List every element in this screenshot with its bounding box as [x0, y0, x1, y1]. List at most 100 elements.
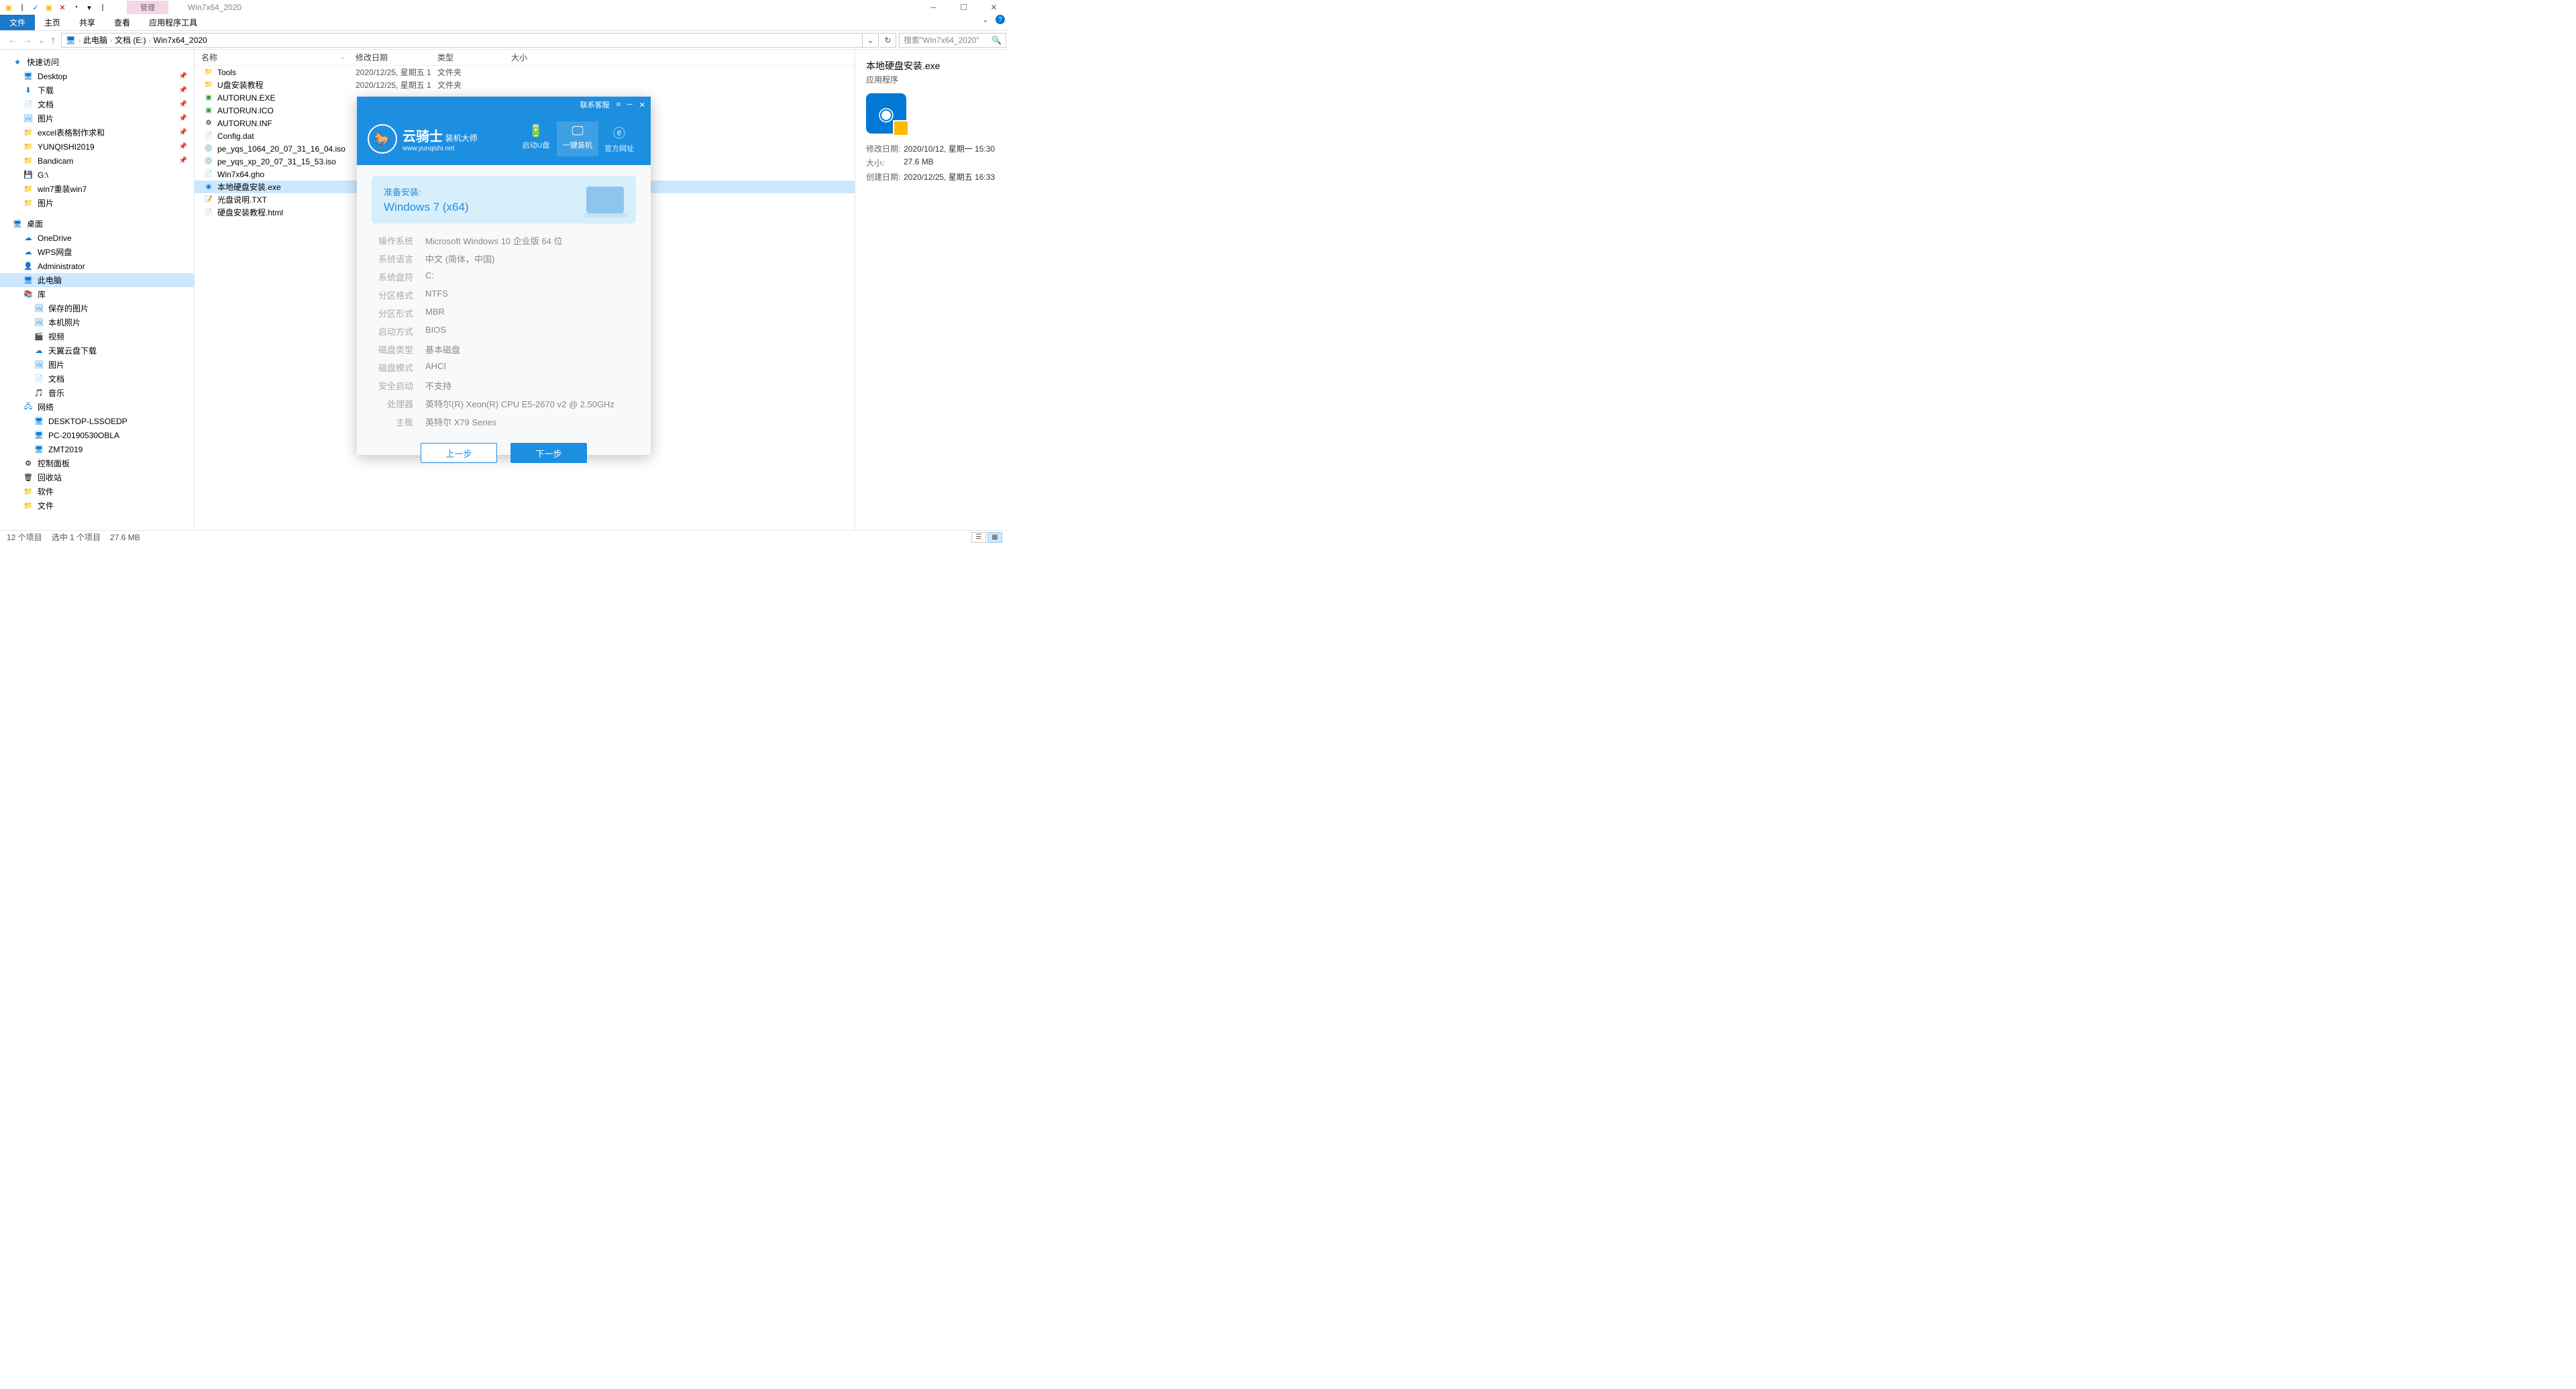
- close-button[interactable]: ✕: [979, 0, 1009, 15]
- forward-button[interactable]: →: [23, 34, 32, 46]
- details-pane: 本地硬盘安装.exe 应用程序 ◉ 修改日期:2020/10/12, 星期一 1…: [855, 50, 1009, 530]
- sidebar-item[interactable]: ☁ OneDrive: [0, 231, 194, 245]
- tab-view[interactable]: 查看: [105, 15, 140, 30]
- sidebar-item[interactable]: 💾 G:\: [0, 168, 194, 182]
- sidebar-item[interactable]: 🎵 音乐: [0, 386, 194, 400]
- tree-desktop[interactable]: 🖥 桌面: [0, 217, 194, 231]
- sidebar-item[interactable]: 👤 Administrator: [0, 259, 194, 273]
- breadcrumb[interactable]: 🖥 › 此电脑 › 文档 (E:) › Win7x64_2020: [61, 33, 863, 48]
- file-row[interactable]: 📁Tools 2020/12/25, 星期五 1... 文件夹: [195, 66, 855, 79]
- detail-key: 修改日期:: [866, 143, 904, 154]
- crumb-item[interactable]: Win7x64_2020: [154, 36, 207, 45]
- menu-icon[interactable]: ≡: [616, 101, 621, 109]
- pin-icon: 📌: [179, 157, 187, 164]
- contextual-tab-manage[interactable]: 管理: [127, 1, 168, 14]
- sidebar-item[interactable]: 🖥 此电脑: [0, 273, 194, 287]
- item-label: 图片: [48, 359, 64, 370]
- minimize-button[interactable]: ─: [918, 0, 949, 15]
- recent-dropdown[interactable]: ⌄: [38, 34, 46, 46]
- chevron-right-icon[interactable]: ›: [149, 37, 151, 44]
- sidebar-item[interactable]: 📁 Bandicam 📌: [0, 154, 194, 168]
- sidebar-item[interactable]: ☁ WPS网盘: [0, 245, 194, 259]
- col-date[interactable]: 修改日期: [349, 52, 431, 63]
- search-icon[interactable]: 🔍: [991, 36, 1002, 45]
- tree-network[interactable]: 🖧 网络: [0, 400, 194, 414]
- ribbon-expand-icon[interactable]: ⌄: [982, 15, 989, 24]
- installer-nav-item[interactable]: ⓔ 官方网址: [598, 121, 640, 156]
- nav-label: 官方网址: [604, 143, 634, 154]
- detail-row: 大小:27.6 MB: [866, 157, 998, 168]
- close-x-icon[interactable]: ✕: [56, 1, 68, 13]
- prepare-box: 准备安装: Windows 7 (x64): [372, 176, 636, 223]
- chevron-right-icon[interactable]: ›: [110, 37, 112, 44]
- view-details-button[interactable]: ☰: [971, 532, 986, 543]
- folder-icon[interactable]: ▣: [3, 1, 15, 13]
- tree-label: 快速访问: [27, 56, 59, 68]
- crumb-item[interactable]: 此电脑: [83, 34, 107, 46]
- spec-key: 分区形式: [372, 307, 413, 319]
- col-type[interactable]: 类型: [431, 52, 504, 63]
- address-dropdown[interactable]: ⌄: [863, 33, 879, 48]
- file-name: Config.dat: [217, 132, 254, 141]
- sidebar-item[interactable]: 📁 excel表格制作求和 📌: [0, 125, 194, 140]
- sidebar-item[interactable]: 📁 图片: [0, 196, 194, 210]
- sidebar-item[interactable]: 🎬 视频: [0, 329, 194, 344]
- refresh-button[interactable]: ↻: [880, 33, 896, 48]
- sidebar-item[interactable]: 📁 YUNQISHI2019 📌: [0, 140, 194, 154]
- sidebar-item[interactable]: 🖥 Desktop 📌: [0, 69, 194, 83]
- help-icon[interactable]: ?: [996, 15, 1005, 24]
- check-icon[interactable]: ✓: [30, 1, 42, 13]
- maximize-button[interactable]: ☐: [949, 0, 979, 15]
- sidebar-item[interactable]: 📁 win7重装win7: [0, 182, 194, 196]
- sidebar-item[interactable]: 🖥 DESKTOP-LSSOEDP: [0, 414, 194, 428]
- status-count: 12 个项目: [7, 531, 42, 543]
- spec-value: Microsoft Windows 10 企业版 64 位: [425, 234, 562, 247]
- close-icon[interactable]: ✕: [639, 101, 645, 109]
- col-size[interactable]: 大小: [504, 52, 558, 63]
- qat-dropdown-icon[interactable]: ▾: [83, 1, 95, 13]
- tab-app-tools[interactable]: 应用程序工具: [140, 15, 207, 30]
- installer-nav-item[interactable]: 🖵 一键装机: [557, 121, 598, 156]
- sidebar-item[interactable]: ⬇ 下载 📌: [0, 83, 194, 97]
- sidebar-item[interactable]: 🖥 PC-20190530OBLA: [0, 428, 194, 442]
- next-button[interactable]: 下一步: [511, 443, 587, 463]
- sidebar-item[interactable]: 🖼 图片 📌: [0, 111, 194, 125]
- sidebar-item[interactable]: ⚙ 控制面板: [0, 456, 194, 470]
- spec-key: 处理器: [372, 397, 413, 410]
- item-label: 本机照片: [48, 317, 80, 328]
- installer-nav-item[interactable]: 🔋 启动U盘: [515, 121, 557, 156]
- sidebar-item[interactable]: 🖼 保存的图片: [0, 301, 194, 315]
- detail-value: 2020/10/12, 星期一 15:30: [904, 143, 995, 154]
- back-button[interactable]: ←: [8, 34, 17, 46]
- sidebar-item[interactable]: 📚 库: [0, 287, 194, 301]
- sidebar-item[interactable]: 🖼 本机照片: [0, 315, 194, 329]
- sidebar-item[interactable]: 📄 文档: [0, 372, 194, 386]
- search-input[interactable]: 搜索"Win7x64_2020" 🔍: [899, 33, 1006, 48]
- item-label: 软件: [38, 486, 54, 497]
- folder-icon[interactable]: ▣: [43, 1, 55, 13]
- file-row[interactable]: 📁U盘安装教程 2020/12/25, 星期五 1... 文件夹: [195, 79, 855, 91]
- nav-icon: 🔋: [529, 124, 543, 138]
- sidebar-item[interactable]: 📁 文件: [0, 499, 194, 513]
- sidebar-item[interactable]: 📄 文档 📌: [0, 97, 194, 111]
- sidebar-item[interactable]: 🖥 ZMT2019: [0, 442, 194, 456]
- chevron-right-icon[interactable]: ›: [78, 37, 80, 44]
- sidebar-item[interactable]: 🗑 回收站: [0, 470, 194, 484]
- sidebar-item[interactable]: 📁 软件: [0, 484, 194, 499]
- crumb-item[interactable]: 文档 (E:): [115, 34, 146, 46]
- disk-icon[interactable]: ◔: [70, 1, 82, 13]
- item-icon: ☁: [34, 346, 44, 356]
- up-button[interactable]: ↑: [51, 34, 56, 46]
- tab-file[interactable]: 文件: [0, 15, 35, 30]
- support-link[interactable]: 联系客服: [580, 99, 610, 110]
- tree-quick-access[interactable]: ★ 快速访问: [0, 55, 194, 69]
- tab-home[interactable]: 主页: [35, 15, 70, 30]
- sidebar-item[interactable]: ☁ 天翼云盘下载: [0, 344, 194, 358]
- view-icons-button[interactable]: ▦: [987, 532, 1002, 543]
- tab-share[interactable]: 共享: [70, 15, 105, 30]
- item-label: 保存的图片: [48, 303, 89, 314]
- prev-button[interactable]: 上一步: [421, 443, 497, 463]
- col-name[interactable]: 名称⌄: [195, 52, 349, 63]
- sidebar-item[interactable]: 🖼 图片: [0, 358, 194, 372]
- minimize-icon[interactable]: ─: [627, 101, 633, 109]
